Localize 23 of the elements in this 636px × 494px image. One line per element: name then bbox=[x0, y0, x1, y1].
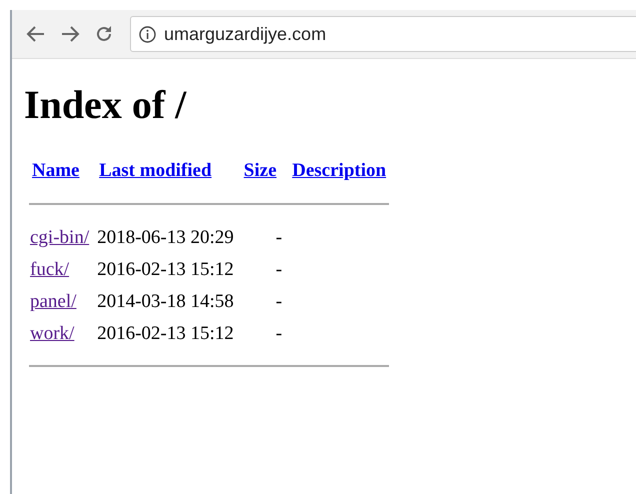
directory-link[interactable]: cgi-bin/ bbox=[30, 227, 90, 248]
size-value: - bbox=[276, 259, 282, 280]
modified-date: 2018-06-13 20:29 bbox=[97, 227, 234, 248]
column-sort-link[interactable]: Name bbox=[32, 160, 80, 181]
address-bar[interactable]: umarguzardijye.com bbox=[130, 16, 636, 52]
size-value: - bbox=[276, 291, 282, 312]
url-text: umarguzardijye.com bbox=[164, 24, 326, 44]
directory-link[interactable]: panel/ bbox=[30, 291, 76, 312]
info-icon bbox=[139, 26, 156, 42]
directory-link[interactable]: work/ bbox=[30, 323, 74, 344]
modified-date: 2014-03-18 14:58 bbox=[97, 291, 234, 312]
modified-date: 2016-02-13 15:12 bbox=[97, 259, 234, 280]
column-sort-link[interactable]: Last modified bbox=[99, 160, 212, 181]
size-value: - bbox=[276, 323, 282, 344]
back-icon[interactable] bbox=[26, 25, 46, 43]
page-heading: Index of / bbox=[24, 81, 188, 128]
size-value: - bbox=[276, 227, 282, 248]
column-sort-link[interactable]: Size bbox=[244, 160, 277, 181]
reload-icon[interactable] bbox=[94, 24, 114, 44]
modified-date: 2016-02-13 15:12 bbox=[97, 323, 234, 344]
forward-icon[interactable] bbox=[60, 25, 80, 43]
column-sort-link[interactable]: Description bbox=[292, 160, 386, 181]
directory-link[interactable]: fuck/ bbox=[30, 259, 70, 280]
